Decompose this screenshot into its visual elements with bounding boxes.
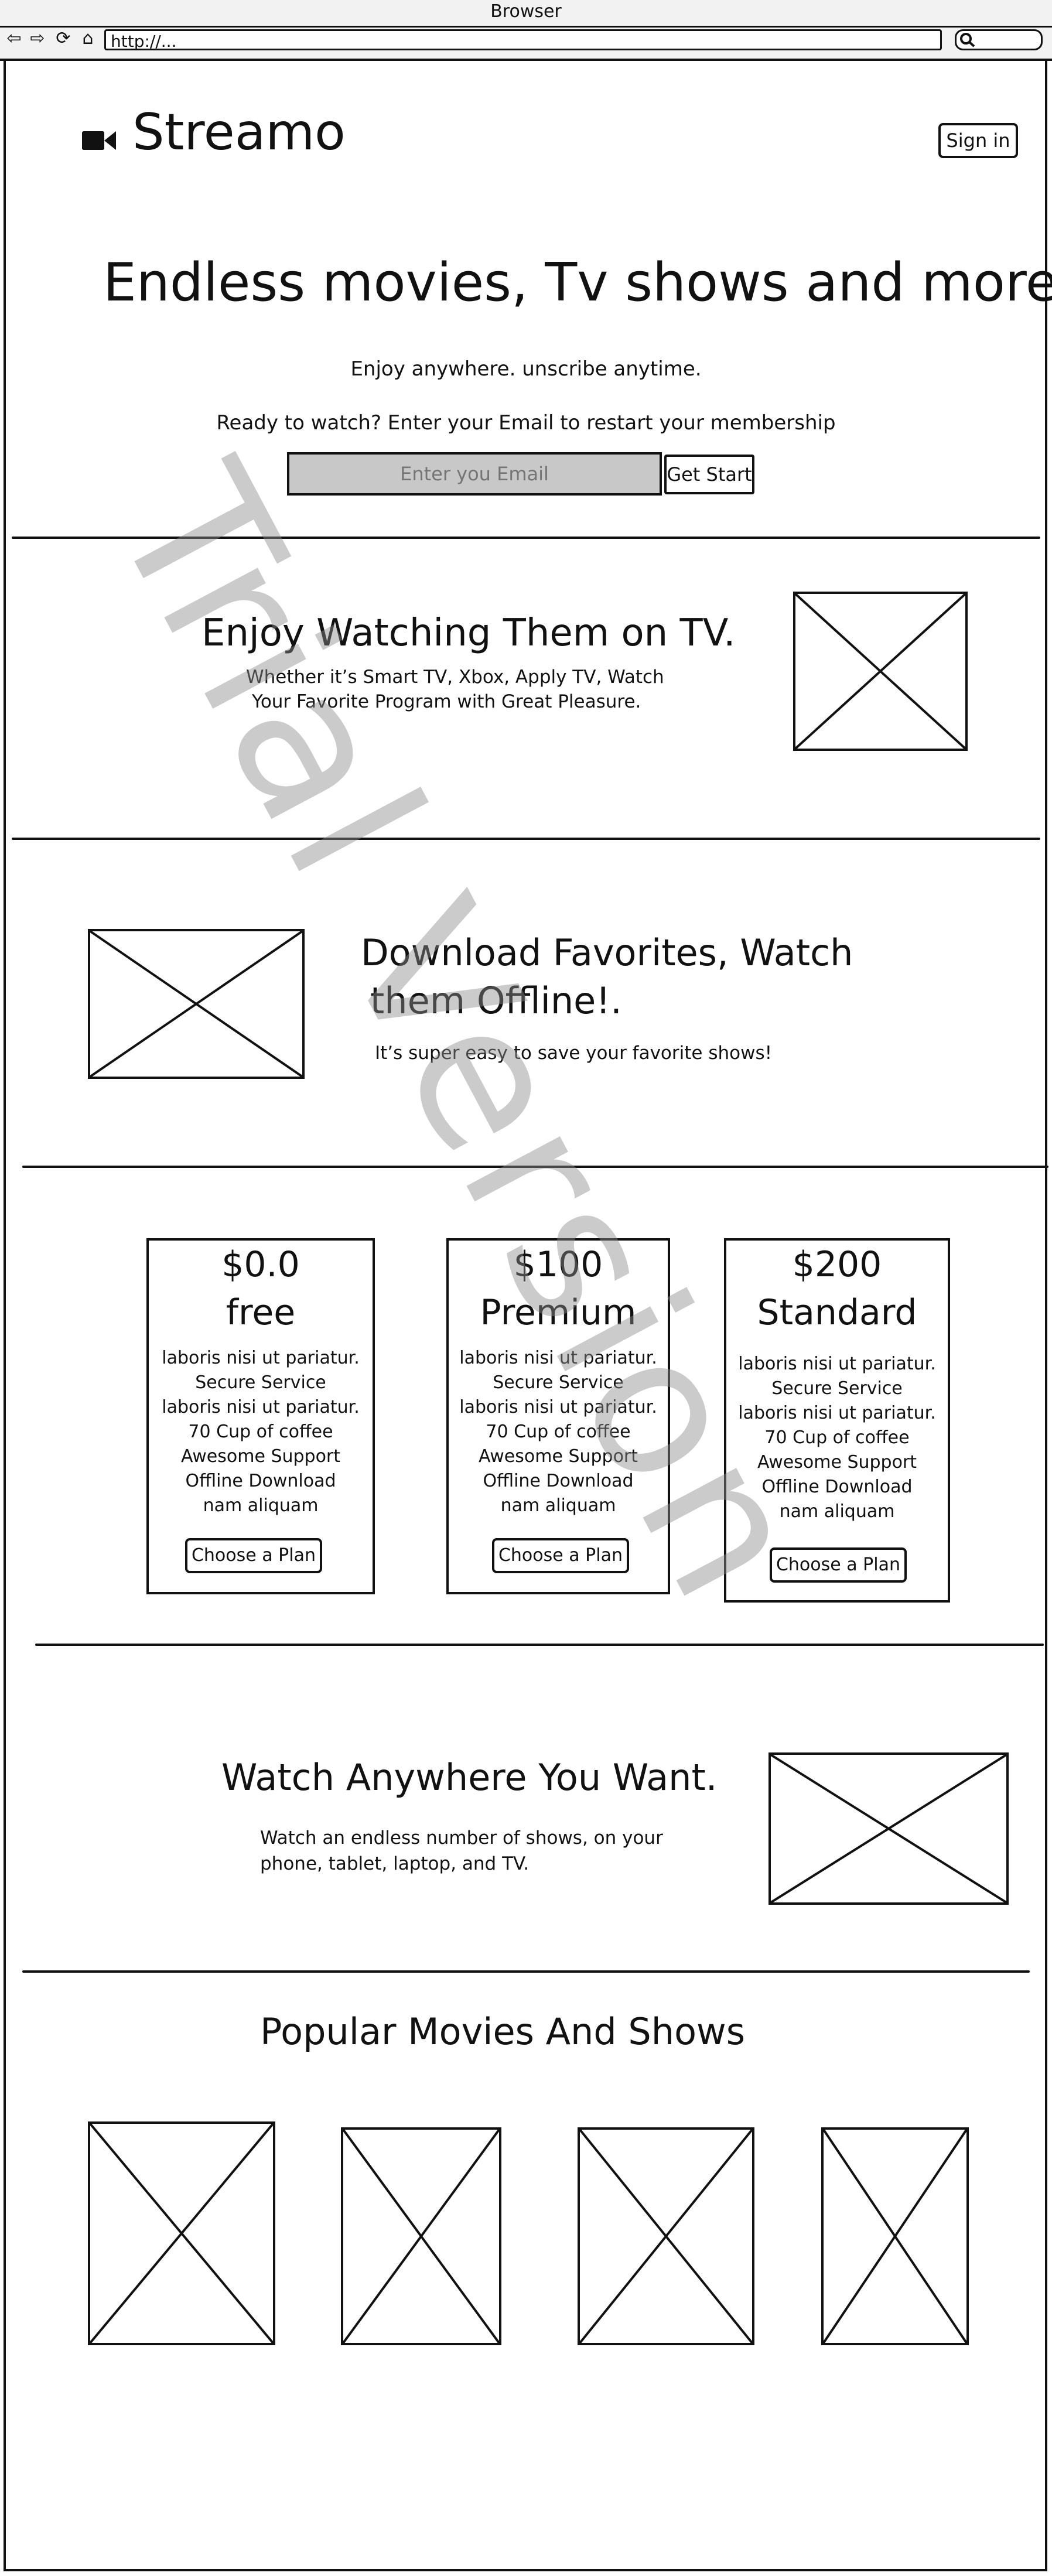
tv-section-desc-line-2: Your Favorite Program with Great Pleasur… [252,691,641,712]
magnifier-icon [960,33,975,47]
plan-features: laboris nisi ut pariatur. Secure Service… [149,1346,373,1518]
hero-subtitle: Enjoy anywhere. unscribe anytime. [350,357,702,381]
plan-features: laboris nisi ut pariatur. Secure Service… [726,1352,948,1524]
hero-title: Endless movies, Tv shows and more [103,252,1052,313]
plan-feature: nam aliquam [779,1501,895,1522]
plan-feature: laboris nisi ut pariatur. [162,1397,360,1417]
back-arrow-icon[interactable]: ⇦ [5,29,23,48]
plan-feature: laboris nisi ut pariatur. [459,1397,657,1417]
plan-feature: Offline Download [761,1477,913,1497]
browser-search-box[interactable] [955,29,1043,50]
plan-feature: Awesome Support [478,1446,638,1467]
anywhere-title: Watch Anywhere You Want. [221,1756,718,1799]
choose-plan-button[interactable]: Choose a Plan [492,1538,629,1573]
plan-feature: laboris nisi ut pariatur. [738,1403,936,1423]
home-icon[interactable]: ⌂ [78,29,97,48]
section-divider [12,537,1040,539]
plan-price: $100 [513,1244,603,1285]
forward-arrow-icon[interactable]: ⇨ [28,29,47,48]
popular-title: Popular Movies And Shows [259,2010,746,2053]
anywhere-desc-line-2: phone, tablet, laptop, and TV. [260,1853,530,1874]
plan-name: free [226,1292,296,1333]
download-image-placeholder [88,929,305,1079]
plan-feature: Secure Service [195,1372,326,1393]
refresh-icon[interactable]: ⟳ [54,29,73,48]
section-divider [22,1970,1030,1973]
download-title-line-2: them Offline!. [370,979,622,1022]
movie-thumbnail[interactable] [88,2121,275,2345]
browser-chrome: Browser ⇦ ⇨ ⟳ ⌂ http://... [0,0,1052,61]
get-start-button[interactable]: Get Start [664,455,754,494]
email-input[interactable] [287,452,662,496]
hero-prompt: Ready to watch? Enter your Email to rest… [216,411,836,435]
section-divider [12,838,1040,840]
plan-feature: 70 Cup of coffee [486,1422,631,1442]
tv-image-placeholder [793,592,968,751]
browser-title: Browser [490,1,562,22]
plan-feature: Secure Service [771,1378,903,1399]
download-desc: It’s super easy to save your favorite sh… [375,1043,773,1064]
plan-feature: laboris nisi ut pariatur. [738,1354,936,1374]
video-camera-icon [82,131,116,150]
plan-feature: Offline Download [185,1471,336,1491]
movie-thumbnail[interactable] [821,2127,969,2345]
plan-feature: nam aliquam [500,1495,616,1516]
plan-feature: laboris nisi ut pariatur. [459,1348,657,1368]
movie-thumbnail[interactable] [578,2127,754,2345]
anywhere-image-placeholder [768,1752,1009,1905]
tv-section-desc-line-1: Whether it’s Smart TV, Xbox, Apply TV, W… [246,667,664,688]
plan-name: Premium [480,1292,637,1333]
plan-price: $200 [792,1244,882,1285]
plan-card-premium: $100 Premium laboris nisi ut pariatur. S… [446,1238,670,1594]
plan-card-standard: $200 Standard laboris nisi ut pariatur. … [724,1238,950,1603]
plan-feature: Awesome Support [180,1446,341,1467]
plan-features: laboris nisi ut pariatur. Secure Service… [449,1346,668,1518]
tv-section-title: Enjoy Watching Them on TV. [201,611,736,655]
sign-in-button[interactable]: Sign in [938,123,1018,158]
movie-thumbnail[interactable] [341,2127,501,2345]
plan-name: Standard [757,1292,917,1333]
url-bar[interactable]: http://... [104,29,942,51]
plan-feature: 70 Cup of coffee [188,1422,333,1442]
plan-feature: laboris nisi ut pariatur. [162,1348,360,1368]
plan-feature: Offline Download [483,1471,634,1491]
plan-card-free: $0.0 free laboris nisi ut pariatur. Secu… [146,1238,375,1594]
choose-plan-button[interactable]: Choose a Plan [185,1538,322,1573]
section-divider [35,1644,1044,1646]
anywhere-desc-line-1: Watch an endless number of shows, on you… [260,1827,663,1849]
chrome-divider [0,26,1052,28]
choose-plan-button[interactable]: Choose a Plan [770,1547,907,1583]
plan-feature: Secure Service [493,1372,624,1393]
plan-price: $0.0 [221,1244,300,1285]
plan-feature: nam aliquam [203,1495,319,1516]
download-title-line-1: Download Favorites, Watch [361,931,853,974]
brand-name[interactable]: Streamo [132,103,346,162]
plan-feature: 70 Cup of coffee [764,1427,910,1448]
section-divider [22,1166,1048,1168]
plan-feature: Awesome Support [757,1452,917,1473]
